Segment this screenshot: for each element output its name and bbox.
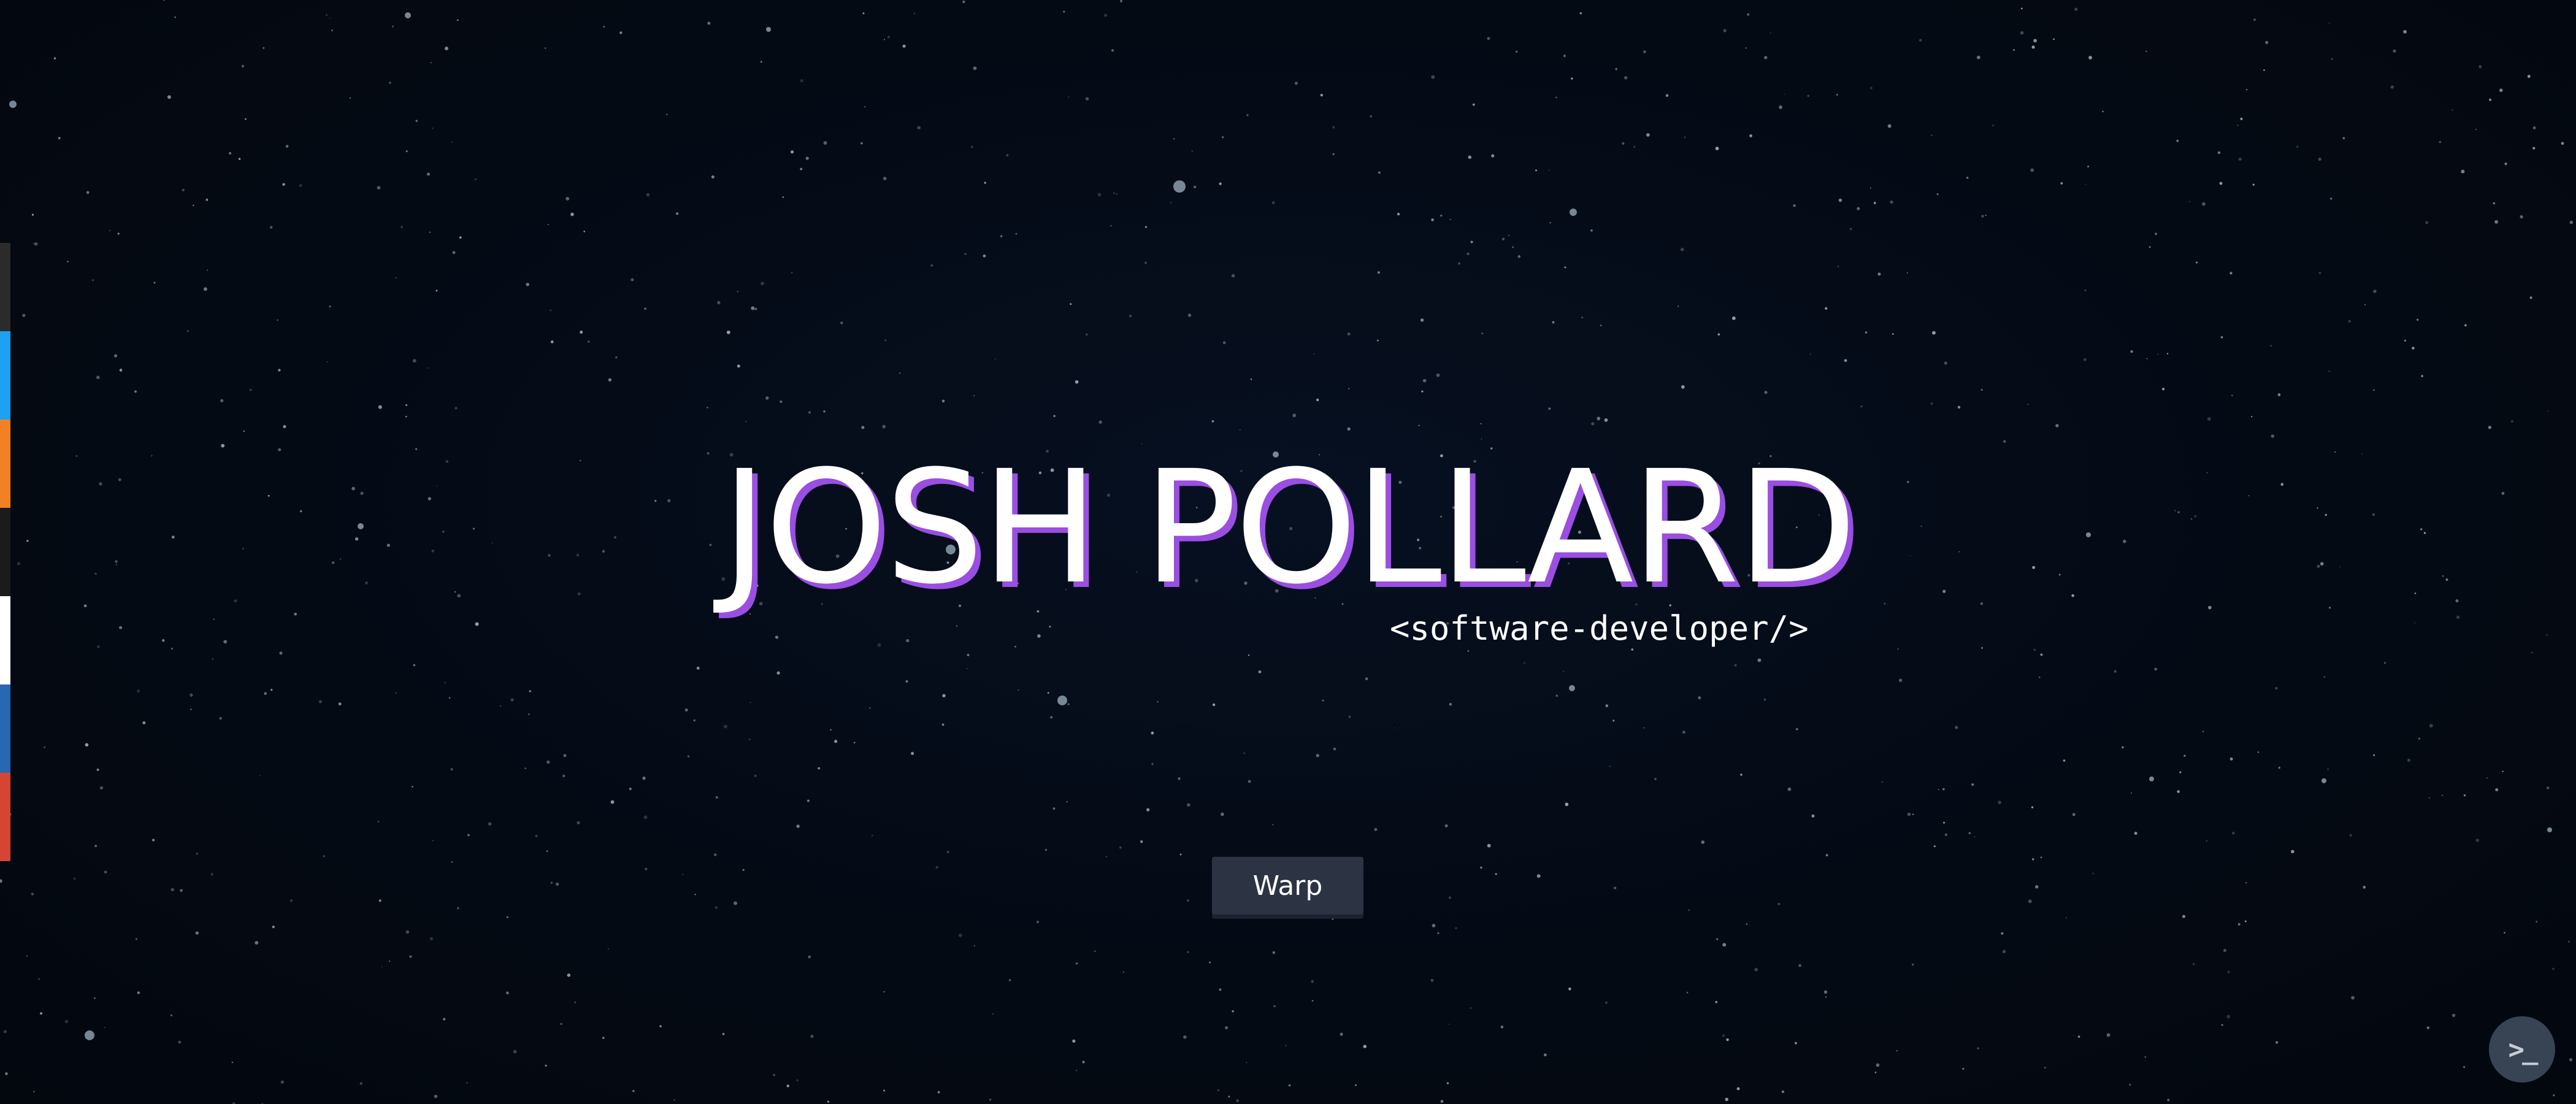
email-link[interactable] bbox=[0, 773, 10, 861]
terminal-button[interactable]: >_ bbox=[2489, 1016, 2555, 1083]
warp-button[interactable]: Warp bbox=[1212, 857, 1363, 914]
hero-name: JOSH POLLARD bbox=[721, 437, 1857, 618]
twitter-link[interactable] bbox=[0, 331, 10, 420]
github-link[interactable] bbox=[0, 243, 10, 331]
terminal-prompt-icon: >_ bbox=[2508, 1033, 2539, 1065]
hero-tagline: <software-developer/> bbox=[1390, 609, 1809, 648]
space-background: JOSH POLLARD <software-developer/> Warp … bbox=[0, 0, 2576, 1104]
linkedin-link[interactable] bbox=[0, 684, 10, 773]
